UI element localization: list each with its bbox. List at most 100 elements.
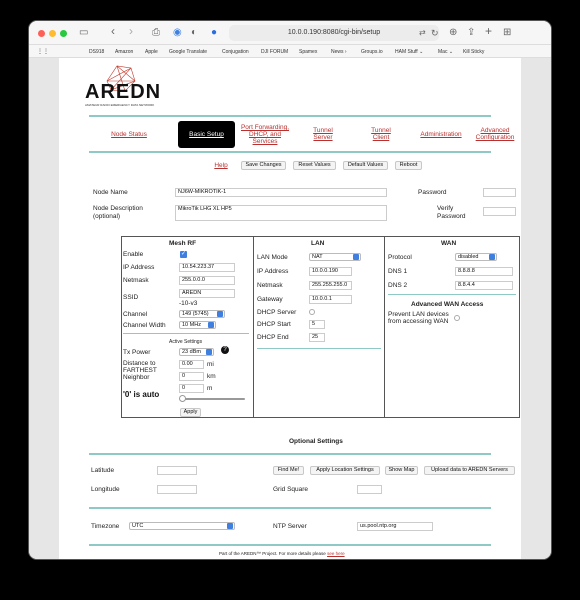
node-name-label: Node Name — [93, 189, 128, 196]
dns2-input[interactable]: 8.8.4.4 — [455, 281, 513, 290]
upload-data-button[interactable]: Upload data to AREDN Servers — [424, 466, 515, 475]
channel-value: 149 (5745) — [182, 311, 209, 317]
close-window-button[interactable] — [38, 30, 45, 37]
bookmark-item[interactable]: News › — [331, 49, 347, 55]
reset-values-button[interactable]: Reset Values — [293, 161, 336, 170]
bookmark-item[interactable]: Spamex — [299, 49, 317, 55]
protocol-select[interactable]: disabled — [455, 253, 497, 261]
see-here-link[interactable]: see here — [327, 551, 345, 556]
footer-text: Part of the AREDN™ Project. For more det… — [219, 551, 345, 556]
show-map-button[interactable]: Show Map — [385, 466, 418, 475]
optional-settings-title: Optional Settings — [289, 438, 343, 445]
node-description-label: Node Description (optional) — [93, 205, 143, 220]
node-description-input[interactable]: MikroTik LHG XL HP5 — [175, 205, 387, 221]
footer-copy: Part of the AREDN™ Project. For more det… — [219, 551, 326, 556]
bookmark-item[interactable]: Conjugation — [222, 49, 249, 55]
print-icon[interactable]: ⎙ — [152, 26, 160, 40]
bookmark-item[interactable]: HAM Stuff ⌄ — [395, 49, 423, 55]
verify-password-input[interactable] — [483, 207, 516, 216]
dhcp-start-label: DHCP Start — [257, 321, 291, 328]
new-tab-icon[interactable]: + — [485, 24, 492, 38]
bookmark-item[interactable]: Google Translate — [169, 49, 207, 55]
help-icon[interactable]: ? — [221, 346, 229, 354]
dhcp-start-input[interactable]: 5 — [309, 320, 325, 329]
nav-port-forwarding[interactable]: Port Forwarding, DHCP, and Services — [237, 124, 293, 145]
dhcp-end-input[interactable]: 25 — [309, 333, 325, 342]
bookmark-item[interactable]: DS918 — [89, 49, 104, 55]
tabs-overview-icon[interactable]: ⊞ — [503, 26, 511, 40]
find-me-button[interactable]: Find Me! — [273, 466, 304, 475]
password-icon[interactable]: ● — [211, 26, 217, 40]
mesh-netmask-input[interactable]: 255.0.0.0 — [179, 276, 235, 285]
advanced-wan-title: Advanced WAN Access — [411, 301, 484, 308]
prevent-lan-toggle[interactable] — [454, 315, 460, 321]
nav-basic-setup[interactable]: Basic Setup — [178, 121, 235, 148]
mesh-enable-label: Enable — [123, 251, 144, 258]
shield-icon[interactable]: ◐ — [191, 26, 197, 40]
reboot-button[interactable]: Reboot — [395, 161, 422, 170]
mesh-ip-input[interactable]: 10.54.223.37 — [179, 263, 235, 272]
tx-power-value: 23 dBm — [182, 349, 201, 355]
grid-square-label: Grid Square — [273, 486, 309, 493]
mi-unit: mi — [207, 361, 214, 368]
help-link[interactable]: Help — [213, 162, 229, 169]
address-bar[interactable]: 10.0.0.190:8080/cgi-bin/setup — [229, 25, 439, 41]
bookmark-item[interactable]: Apple — [145, 49, 158, 55]
reload-icon[interactable]: ↻ — [431, 26, 439, 40]
latitude-input[interactable] — [157, 466, 197, 475]
dhcp-server-toggle[interactable] — [309, 309, 315, 315]
tx-power-select[interactable]: 23 dBm — [179, 348, 214, 356]
mesh-enable-checkbox[interactable]: ✓ — [180, 251, 187, 258]
lan-ip-input[interactable]: 10.0.0.190 — [309, 267, 352, 276]
gateway-label: Gateway — [257, 296, 283, 303]
bookmark-item[interactable]: Amazon — [115, 49, 133, 55]
nav-tunnel-server[interactable]: Tunnel Server — [301, 127, 345, 141]
nav-label-line: Server — [313, 134, 333, 141]
ntp-server-input[interactable]: us.pool.ntp.org — [357, 522, 433, 531]
longitude-input[interactable] — [157, 485, 197, 494]
download-icon[interactable]: ⊕ — [449, 26, 457, 40]
translate-icon[interactable]: ⇄ — [419, 26, 426, 40]
distance-km-input[interactable]: 0 — [179, 372, 204, 381]
gateway-input[interactable]: 10.0.0.1 — [309, 295, 352, 304]
protocol-value: disabled — [458, 254, 479, 260]
extension-icon[interactable]: ◉ — [173, 26, 182, 40]
back-icon[interactable]: ‹ — [111, 24, 115, 38]
channel-select[interactable]: 149 (5745) — [179, 310, 225, 318]
ntp-server-label: NTP Server — [273, 523, 307, 530]
nav-tunnel-client[interactable]: Tunnel Client — [359, 127, 403, 141]
forward-icon[interactable]: › — [129, 24, 133, 38]
dns1-input[interactable]: 8.8.8.8 — [455, 267, 513, 276]
distance-mi-input[interactable]: 0.00 — [179, 360, 204, 369]
nav-advanced-configuration[interactable]: Advanced Configuration — [467, 127, 523, 141]
bookmark-item[interactable]: Mac ⌄ — [438, 49, 453, 55]
grid-square-input[interactable] — [357, 485, 382, 494]
distance-m-input[interactable]: 0 — [179, 384, 204, 393]
grid-icon[interactable]: ⋮⋮ — [37, 48, 49, 55]
share-icon[interactable]: ⇪ — [467, 26, 475, 40]
node-name-input[interactable]: NJ6W-MIKROTIK-1 — [175, 188, 387, 197]
bookmark-item[interactable]: Groups.io — [361, 49, 383, 55]
dhcp-end-label: DHCP End — [257, 334, 289, 341]
logo-tagline: AMATEUR RADIO EMERGENCY DATA NETWORK — [85, 103, 155, 107]
apply-location-button[interactable]: Apply Location Settings — [310, 466, 380, 475]
lan-mode-select[interactable]: NAT — [309, 253, 361, 261]
ssid-input[interactable]: AREDN — [179, 289, 235, 298]
default-values-button[interactable]: Default Values — [343, 161, 388, 170]
chevron-down-icon — [489, 254, 495, 260]
bookmark-item[interactable]: Kill Sticky — [463, 49, 484, 55]
timezone-select[interactable]: UTC — [129, 522, 235, 530]
nav-administration[interactable]: Administration — [411, 131, 471, 138]
bookmark-item[interactable]: DJI FORUM — [261, 49, 288, 55]
save-changes-button[interactable]: Save Changes — [241, 161, 286, 170]
minimize-window-button[interactable] — [49, 30, 56, 37]
sidebar-icon[interactable]: ▭ — [79, 26, 88, 40]
zoom-window-button[interactable] — [60, 30, 67, 37]
slider-handle[interactable] — [179, 395, 186, 402]
lan-netmask-input[interactable]: 255.255.255.0 — [309, 281, 352, 290]
apply-distance-button[interactable]: Apply — [180, 408, 201, 417]
distance-slider[interactable] — [180, 398, 245, 400]
nav-node-status[interactable]: Node Status — [99, 131, 159, 138]
channel-width-select[interactable]: 10 MHz — [179, 321, 216, 329]
password-input[interactable] — [483, 188, 516, 197]
